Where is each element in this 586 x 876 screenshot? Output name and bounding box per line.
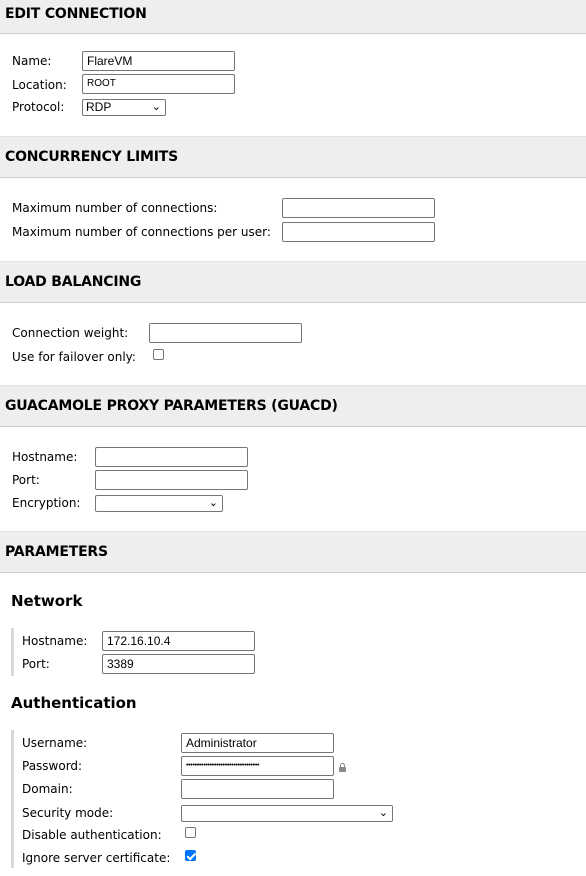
security-mode-label: Security mode: [22,806,114,820]
network-port-input[interactable]: 3389 [102,654,255,674]
location-input[interactable]: ROOT [82,74,235,94]
concurrency-header: CONCURRENCY LIMITS [0,136,586,178]
domain-input[interactable] [181,779,334,799]
max-connections-input[interactable] [282,198,435,218]
protocol-select[interactable]: RDP ⌄ [82,99,166,116]
password-label: Password: [22,759,83,773]
max-connections-label: Maximum number of connections: [12,201,218,215]
load-balancing-header: LOAD BALANCING [0,261,586,303]
name-label: Name: [12,54,52,68]
name-input[interactable]: FlareVM [82,51,235,71]
password-input[interactable]: •••••••••••••••••••••••••••••••••• [181,756,334,776]
authentication-group-bar [11,730,14,868]
network-hostname-input[interactable]: 172.16.10.4 [102,631,255,651]
failover-checkbox[interactable] [153,349,164,360]
connection-weight-label: Connection weight: [12,326,129,340]
security-mode-select[interactable]: ⌄ [181,805,393,822]
section-title: GUACAMOLE PROXY PARAMETERS (GUACD) [5,398,338,414]
location-label: Location: [12,78,67,92]
network-hostname-label: Hostname: [22,634,88,648]
edit-connection-header: EDIT CONNECTION [0,0,586,34]
network-group-bar [11,628,14,676]
connection-weight-input[interactable] [149,323,302,343]
protocol-label: Protocol: [12,100,65,114]
username-label: Username: [22,736,88,750]
chevron-down-icon: ⌄ [208,497,218,509]
max-connections-per-user-label: Maximum number of connections per user: [12,225,271,239]
guacd-hostname-input[interactable] [95,447,248,467]
lock-icon[interactable] [339,763,346,772]
authentication-subheading: Authentication [11,694,137,712]
ignore-cert-label: Ignore server certificate: [22,851,171,865]
guacd-header: GUACAMOLE PROXY PARAMETERS (GUACD) [0,385,586,427]
encryption-label: Encryption: [12,496,81,510]
guacd-port-label: Port: [12,473,40,487]
domain-label: Domain: [22,782,73,796]
username-input[interactable]: Administrator [181,733,334,753]
failover-label: Use for failover only: [12,350,136,364]
protocol-select-value: RDP [86,100,112,114]
network-port-label: Port: [22,657,50,671]
section-title: CONCURRENCY LIMITS [5,149,178,165]
section-title: LOAD BALANCING [5,274,142,290]
chevron-down-icon: ⌄ [378,807,388,819]
network-subheading: Network [11,592,83,610]
max-connections-per-user-input[interactable] [282,222,435,242]
guacd-hostname-label: Hostname: [12,450,78,464]
section-title: EDIT CONNECTION [5,6,147,22]
section-title: PARAMETERS [5,544,108,560]
chevron-down-icon: ⌄ [151,101,161,113]
parameters-header: PARAMETERS [0,531,586,573]
encryption-select[interactable]: ⌄ [95,495,223,512]
disable-auth-label: Disable authentication: [22,828,162,842]
guacd-port-input[interactable] [95,470,248,490]
ignore-cert-checkbox[interactable] [185,850,196,861]
disable-auth-checkbox[interactable] [185,827,196,838]
